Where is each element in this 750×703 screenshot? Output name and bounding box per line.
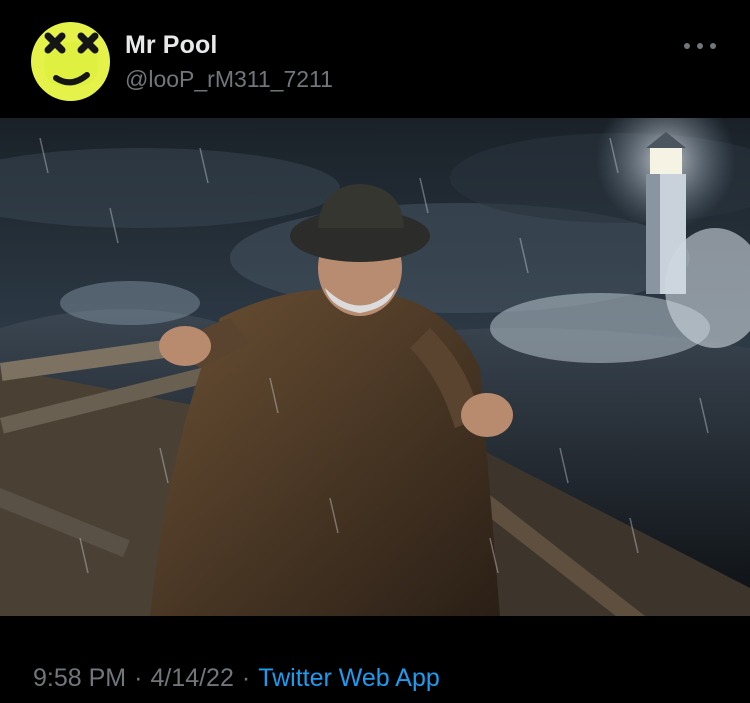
meta-separator: · (241, 664, 251, 692)
more-dots-icon[interactable] (684, 36, 716, 56)
avatar[interactable] (31, 22, 110, 101)
author-handle[interactable]: @looP_rM311_7211 (125, 66, 333, 93)
dot (684, 43, 690, 49)
tweet-source-link[interactable]: Twitter Web App (258, 664, 440, 692)
tweet-date[interactable]: 4/14/22 (150, 664, 233, 692)
dot (710, 43, 716, 49)
storm-fisherman-photo (0, 118, 750, 616)
tweet-meta: 9:58 PM · 4/14/22 · Twitter Web App (33, 664, 440, 693)
yellow-smiley-crossed-eyes-icon (31, 22, 110, 101)
meta-separator: · (134, 664, 143, 692)
tweet-header: Mr Pool @looP_rM311_7211 (0, 0, 750, 118)
tweet-photo[interactable] (0, 118, 750, 616)
tweet-time[interactable]: 9:58 PM (33, 664, 126, 692)
author-display-name[interactable]: Mr Pool (125, 31, 217, 60)
dot (697, 43, 703, 49)
